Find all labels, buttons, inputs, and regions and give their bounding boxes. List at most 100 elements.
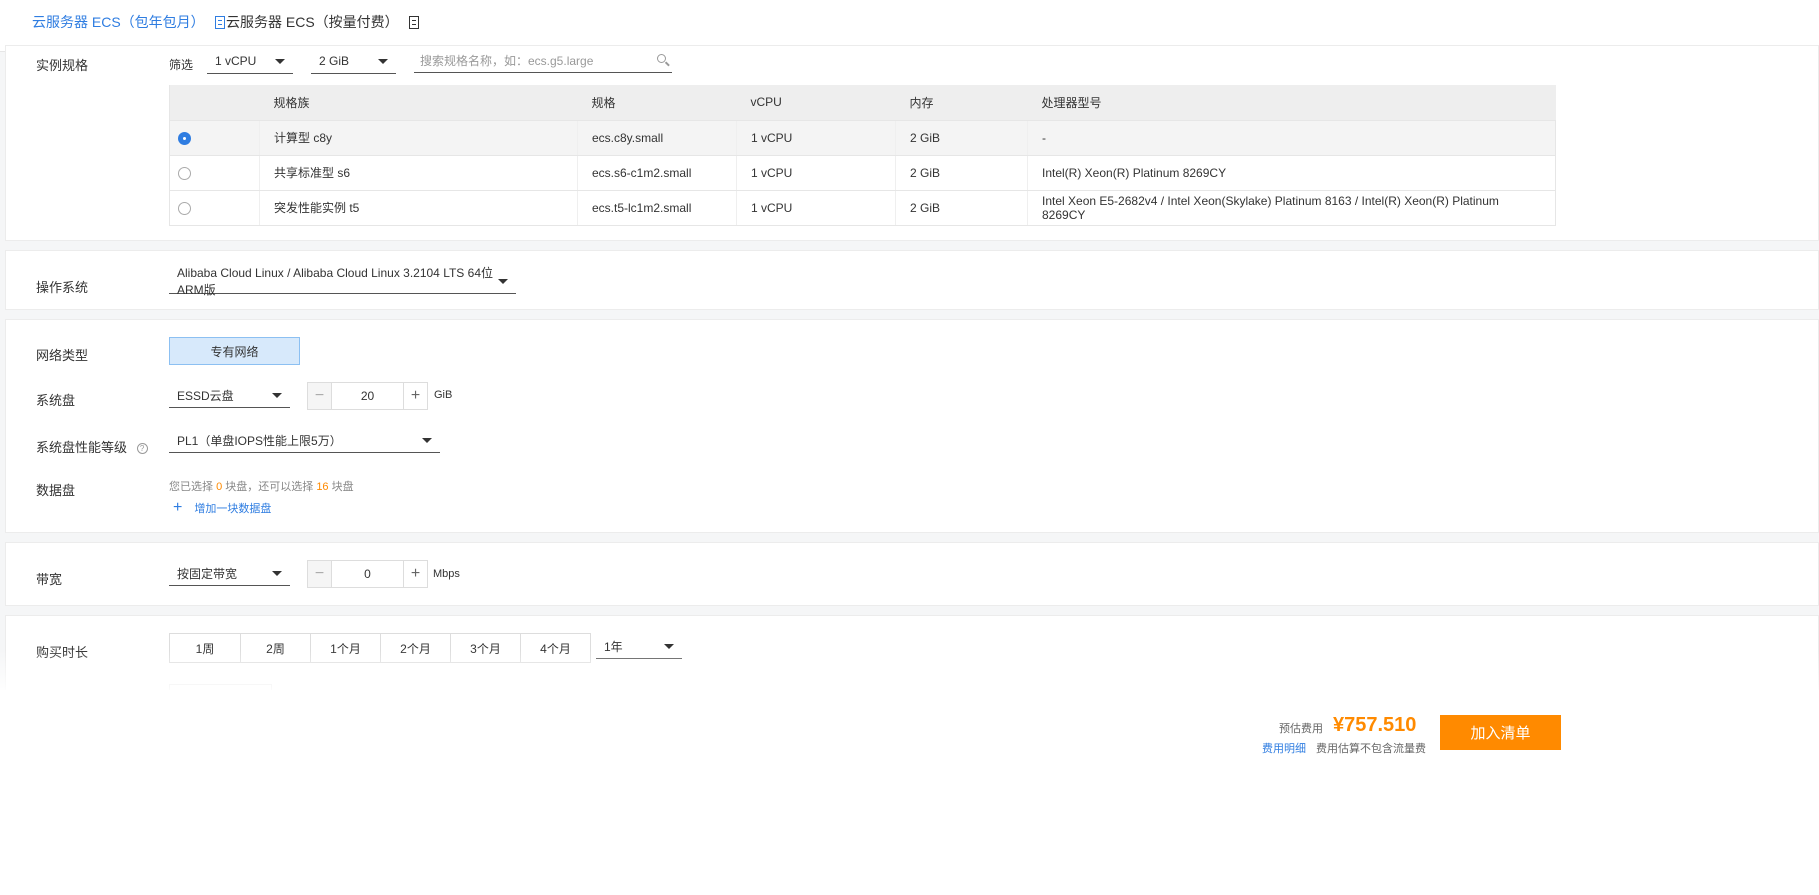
data-disk-summary-prefix: 您已选择 bbox=[169, 481, 213, 493]
instance-spec-table: 规格族 规格 vCPU 内存 处理器型号 计算型 c8y ecs.c8y.sma… bbox=[169, 85, 1556, 226]
system-disk-performance-label: 系统盘性能等级 bbox=[36, 440, 128, 455]
estimate-label: 预估费用 bbox=[1279, 723, 1323, 735]
data-disk-summary-suffix: 块盘 bbox=[331, 481, 354, 493]
bandwidth-value[interactable]: 0 bbox=[332, 567, 403, 581]
chevron-down-icon bbox=[378, 58, 388, 64]
spec-search-placeholder: 搜索规格名称，如：ecs.g5.large bbox=[420, 53, 594, 68]
document-icon bbox=[408, 15, 419, 29]
row-family: 计算型 c8y bbox=[259, 120, 578, 156]
row-vcpu: 1 vCPU bbox=[736, 155, 896, 191]
plus-icon[interactable]: + bbox=[403, 561, 427, 587]
table-header-spec: 规格 bbox=[577, 85, 737, 121]
os-section: 操作系统 Alibaba Cloud Linux / Alibaba Cloud… bbox=[5, 250, 1819, 310]
memory-select[interactable]: 2 GiB bbox=[311, 49, 396, 74]
system-disk-performance-label-wrap: 系统盘性能等级 ? bbox=[36, 437, 148, 456]
add-data-disk-label: 增加一块数据盘 bbox=[194, 503, 272, 515]
row-memory: 2 GiB bbox=[895, 120, 1028, 156]
row-processor: Intel Xeon E5-2682v4 / Intel Xeon(Skylak… bbox=[1027, 190, 1556, 226]
radio-icon[interactable] bbox=[178, 166, 191, 180]
tab-subscription[interactable]: 云服务器 ECS（包年包月） bbox=[32, 12, 225, 32]
table-row[interactable]: 共享标准型 s6 ecs.s6-c1m2.small 1 vCPU 2 GiB … bbox=[169, 155, 1556, 191]
table-header-row: 规格族 规格 vCPU 内存 处理器型号 bbox=[169, 85, 1556, 121]
network-type-label: 网络类型 bbox=[36, 348, 89, 363]
system-disk-type-value: ESSD云盘 bbox=[177, 388, 234, 403]
table-row[interactable]: 突发性能实例 t5 ecs.t5-lc1m2.small 1 vCPU 2 Gi… bbox=[169, 190, 1556, 226]
chevron-down-icon bbox=[422, 437, 432, 443]
table-header-processor: 处理器型号 bbox=[1027, 85, 1556, 121]
cpu-select-value: 1 vCPU bbox=[215, 54, 257, 68]
row-memory: 2 GiB bbox=[895, 190, 1028, 226]
os-label: 操作系统 bbox=[36, 280, 89, 295]
row-memory: 2 GiB bbox=[895, 155, 1028, 191]
row-spec: ecs.s6-c1m2.small bbox=[577, 155, 737, 191]
radio-icon[interactable] bbox=[178, 201, 191, 215]
chevron-down-icon bbox=[275, 58, 285, 64]
data-disk-summary-mid: 块盘，还可以选择 bbox=[225, 481, 314, 493]
row-processor: Intel(R) Xeon(R) Platinum 8269CY bbox=[1027, 155, 1556, 191]
fee-note: 费用估算不包含流量费 bbox=[1316, 743, 1426, 755]
system-disk-size-stepper[interactable]: − 20 + bbox=[307, 382, 428, 410]
system-disk-label: 系统盘 bbox=[36, 393, 76, 408]
memory-select-value: 2 GiB bbox=[319, 54, 350, 68]
os-select[interactable]: Alibaba Cloud Linux / Alibaba Cloud Linu… bbox=[169, 266, 516, 297]
document-icon bbox=[214, 15, 225, 29]
plus-icon[interactable]: + bbox=[403, 383, 427, 409]
bandwidth-label: 带宽 bbox=[36, 572, 63, 587]
table-header-select bbox=[169, 85, 260, 121]
tab-pay-as-you-go-label: 云服务器 ECS（按量付费） bbox=[226, 14, 399, 30]
instance-spec-label: 实例规格 bbox=[36, 58, 89, 73]
row-radio-cell[interactable] bbox=[169, 155, 260, 191]
radio-selected-icon[interactable] bbox=[178, 131, 191, 145]
network-type-vpc-button[interactable]: 专有网络 bbox=[169, 337, 300, 365]
chevron-down-icon bbox=[498, 278, 508, 284]
instance-spec-section: 实例规格 筛选 1 vCPU 2 GiB 搜索规格名称，如：ecs.g5.lar… bbox=[5, 45, 1819, 241]
os-select-value: Alibaba Cloud Linux / Alibaba Cloud Linu… bbox=[177, 266, 493, 297]
data-disk-summary: 您已选择 0 块盘，还可以选择 16 块盘 bbox=[169, 478, 354, 494]
row-radio-cell[interactable] bbox=[169, 190, 260, 226]
network-storage-section: 网络类型 专有网络 系统盘 ESSD云盘 − 20 + GiB 系统盘性能等级 … bbox=[5, 319, 1819, 533]
data-disk-label: 数据盘 bbox=[36, 483, 76, 498]
table-row[interactable]: 计算型 c8y ecs.c8y.small 1 vCPU 2 GiB - bbox=[169, 120, 1556, 156]
table-header-vcpu: vCPU bbox=[736, 85, 896, 121]
bandwidth-section: 带宽 按固定带宽 − 0 + Mbps bbox=[5, 542, 1819, 606]
table-header-family: 规格族 bbox=[259, 85, 578, 121]
chevron-down-icon bbox=[272, 570, 282, 576]
system-disk-type-select[interactable]: ESSD云盘 bbox=[169, 383, 290, 408]
row-radio-cell[interactable] bbox=[169, 120, 260, 156]
tab-pay-as-you-go[interactable]: 云服务器 ECS（按量付费） bbox=[226, 12, 419, 32]
bandwidth-unit: Mbps bbox=[433, 568, 460, 580]
search-icon[interactable] bbox=[657, 54, 666, 63]
row-family: 共享标准型 s6 bbox=[259, 155, 578, 191]
system-disk-performance-select[interactable]: PL1（单盘IOPS性能上限5万） bbox=[169, 428, 440, 453]
row-vcpu: 1 vCPU bbox=[736, 190, 896, 226]
system-disk-performance-value: PL1（单盘IOPS性能上限5万） bbox=[177, 433, 342, 448]
bandwidth-mode-select[interactable]: 按固定带宽 bbox=[169, 561, 290, 586]
system-disk-unit: GiB bbox=[434, 389, 453, 401]
filter-label: 筛选 bbox=[169, 58, 194, 72]
row-spec: ecs.t5-lc1m2.small bbox=[577, 190, 737, 226]
plus-icon: + bbox=[173, 499, 183, 516]
bottom-fade-overlay bbox=[0, 650, 1819, 695]
minus-icon[interactable]: − bbox=[308, 561, 332, 587]
table-header-memory: 内存 bbox=[895, 85, 1028, 121]
tab-subscription-label: 云服务器 ECS（包年包月） bbox=[32, 14, 205, 30]
cpu-select[interactable]: 1 vCPU bbox=[207, 49, 293, 74]
bandwidth-mode-value: 按固定带宽 bbox=[177, 566, 238, 581]
chevron-down-icon bbox=[272, 392, 282, 398]
row-vcpu: 1 vCPU bbox=[736, 120, 896, 156]
chevron-down-icon bbox=[664, 643, 674, 649]
row-processor: - bbox=[1027, 120, 1556, 156]
row-spec: ecs.c8y.small bbox=[577, 120, 737, 156]
minus-icon[interactable]: − bbox=[308, 383, 332, 409]
data-disk-selected-count: 0 bbox=[216, 481, 223, 493]
row-family: 突发性能实例 t5 bbox=[259, 190, 578, 226]
help-icon[interactable]: ? bbox=[136, 443, 148, 455]
data-disk-remaining-count: 16 bbox=[316, 481, 329, 493]
estimate-price: ¥757.510 bbox=[1333, 714, 1417, 736]
add-to-cart-button[interactable]: 加入清单 bbox=[1440, 715, 1561, 750]
add-data-disk-button[interactable]: + 增加一块数据盘 bbox=[169, 499, 271, 517]
fee-detail-link[interactable]: 费用明细 bbox=[1262, 740, 1306, 756]
system-disk-size-value[interactable]: 20 bbox=[332, 389, 403, 403]
bandwidth-stepper[interactable]: − 0 + bbox=[307, 560, 428, 588]
spec-search-input[interactable]: 搜索规格名称，如：ecs.g5.large bbox=[414, 48, 672, 73]
